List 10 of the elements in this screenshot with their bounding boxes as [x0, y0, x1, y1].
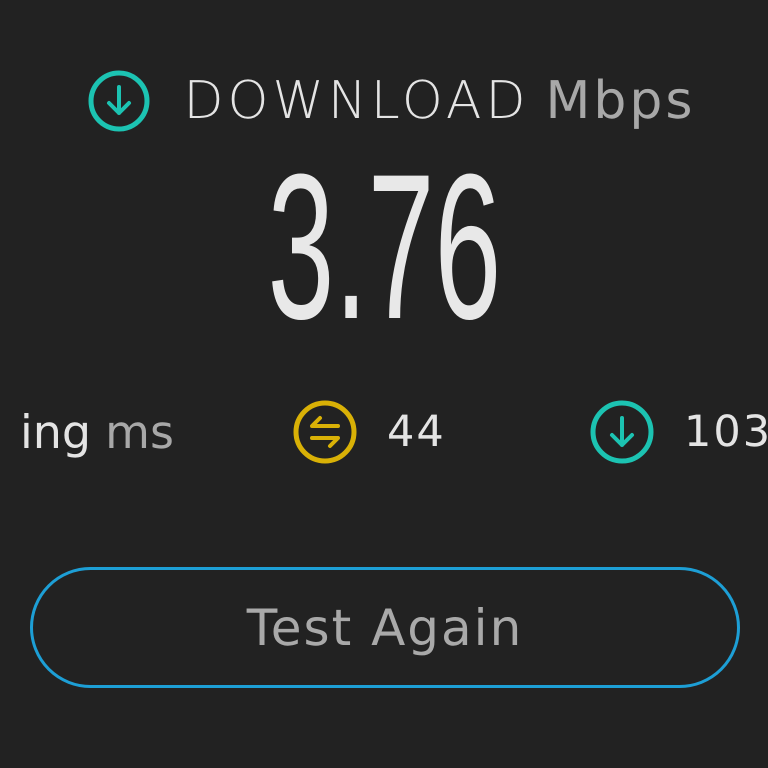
unit-label: Mbps — [546, 75, 696, 127]
speed-value: 3.76 — [267, 143, 501, 350]
download-label: DOWNLOAD — [183, 75, 530, 127]
download-icon — [590, 400, 654, 464]
two-arrows-icon — [293, 400, 357, 464]
unit-label: ms — [105, 409, 174, 455]
stat-value: 44 — [387, 410, 446, 454]
download-icon — [88, 70, 150, 132]
stat-value: 103 — [684, 410, 768, 454]
test-again-button[interactable]: Test Again — [30, 567, 740, 688]
